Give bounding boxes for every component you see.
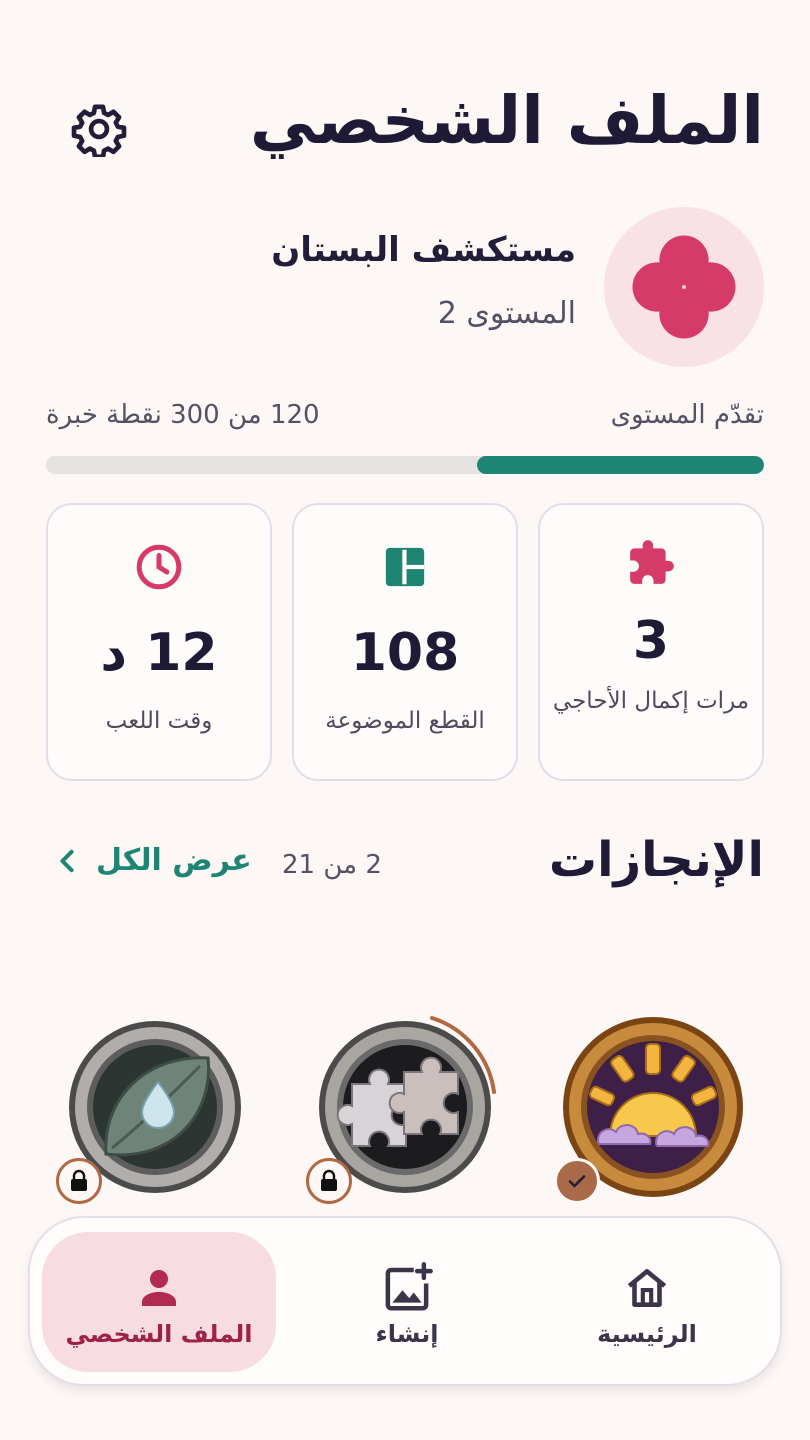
gear-icon [71,104,127,157]
avatar[interactable] [604,207,764,367]
lock-icon [321,1169,337,1191]
puzzle-piece-icon [630,540,674,584]
stat-card-pieces: 108 القطع الموضوعة [292,503,518,781]
profile-screen: الملف الشخصي مستكشف البستان المستوى 2 تق… [0,0,810,1440]
stat-card-playtime: 12 د وقت اللعب [46,503,272,781]
achievements-count: 2 من 21 [282,850,382,880]
chevron-left-icon [60,849,74,872]
stat-card-completed: 3 مرات إكمال الأحاجي [538,503,764,781]
stat-label: مرات إكمال الأحاجي [552,688,750,714]
nav-item-create[interactable]: إنشاء [290,1232,524,1372]
checkmark-icon [568,1175,586,1188]
view-all-label: عرض الكل [96,843,252,878]
level-progress-fill [476,456,764,474]
person-icon [142,1270,176,1306]
home-icon [627,1269,667,1307]
user-level: المستوى 2 [437,296,576,331]
nav-label: الرئيسية [597,1320,697,1348]
stat-value: 108 [350,623,460,683]
achievements-title: الإنجازات [548,832,764,888]
stat-value: 12 د [100,623,218,683]
achievement-unlocked-badge [554,1158,600,1204]
lock-icon [71,1169,87,1191]
bottom-navigation: الرئيسية إنشاء الملف الشخصي [28,1216,782,1386]
page-title: الملف الشخصي [249,82,764,159]
achievement-leaf-medal[interactable] [56,1014,248,1204]
achievement-puzzle-medal[interactable] [306,1014,498,1204]
flower-icon [632,235,736,339]
nav-label: الملف الشخصي [65,1320,253,1348]
view-all-link[interactable]: عرض الكل [56,843,252,878]
user-name: مستكشف البستان [271,230,576,270]
progress-value: 120 من 300 نقطة خبرة [46,400,320,430]
settings-button[interactable] [68,98,130,160]
nav-item-home[interactable]: الرئيسية [530,1232,764,1372]
stat-value: 3 [632,611,670,671]
achievement-locked-badge [306,1158,352,1204]
progress-label: تقدّم المستوى [610,400,764,430]
nav-label: إنشاء [375,1320,439,1348]
nav-item-profile[interactable]: الملف الشخصي [42,1232,276,1372]
add-image-icon [385,1262,433,1311]
achievement-sunrise-medal[interactable] [554,1014,746,1204]
clock-icon [136,544,182,590]
stat-label: القطع الموضوعة [325,708,485,734]
level-progress-bar [46,456,764,474]
achievement-locked-badge [56,1158,102,1204]
stat-label: وقت اللعب [105,708,213,734]
layout-grid-icon [385,547,425,587]
